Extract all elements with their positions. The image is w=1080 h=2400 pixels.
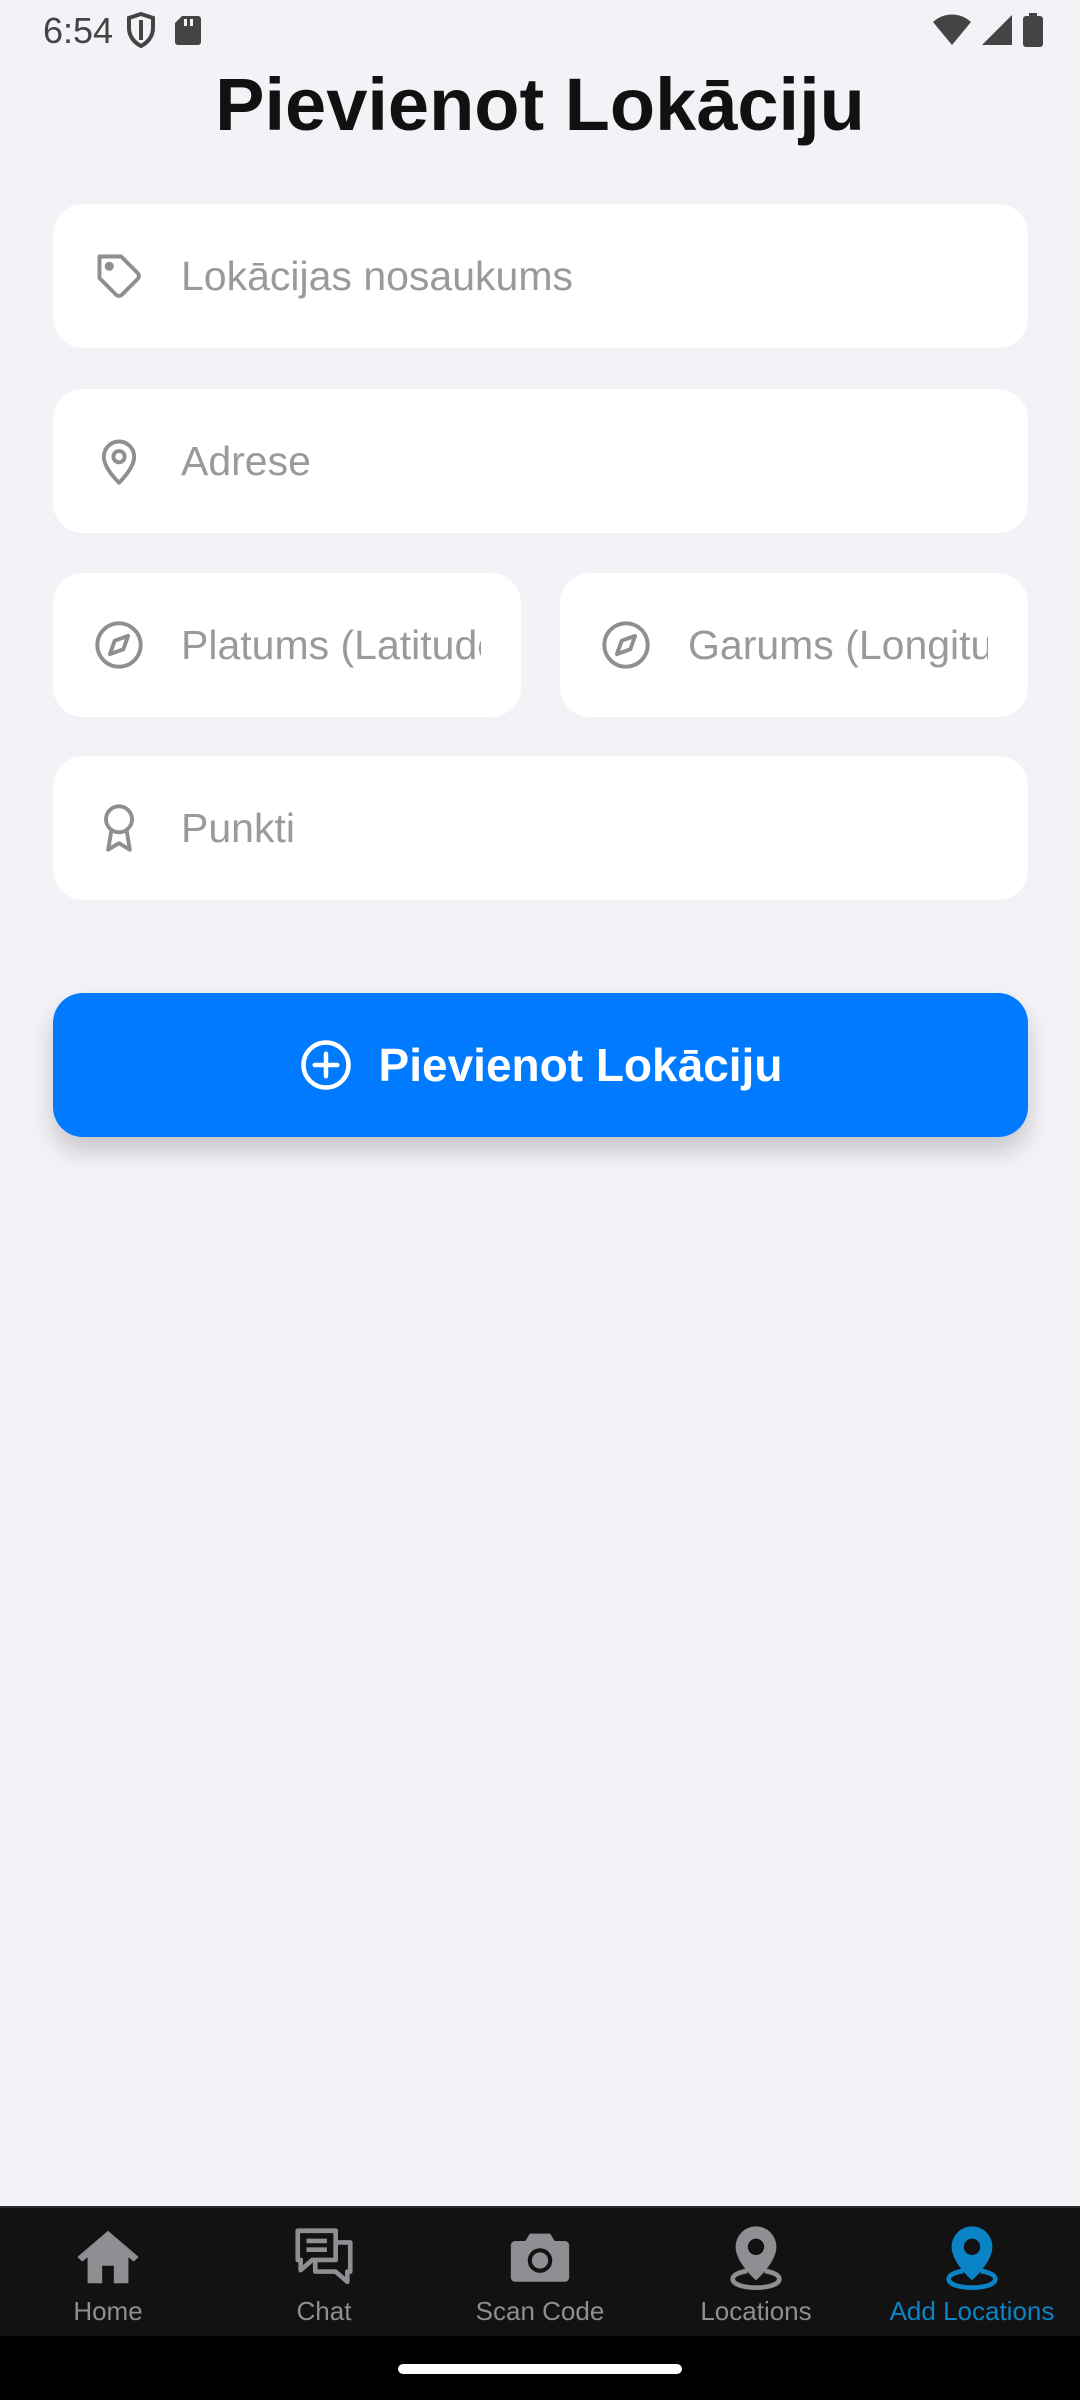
tab-chat[interactable]: Chat bbox=[216, 2208, 432, 2336]
address-input[interactable] bbox=[181, 389, 988, 533]
location-pin-icon bbox=[101, 439, 137, 485]
shield-icon bbox=[127, 12, 155, 48]
latitude-field[interactable] bbox=[53, 573, 521, 717]
compass-icon bbox=[95, 621, 143, 669]
plus-circle-icon bbox=[300, 1040, 351, 1090]
camera-icon bbox=[510, 2233, 570, 2282]
address-field[interactable] bbox=[53, 389, 1028, 533]
tab-chat-label: Chat bbox=[296, 2296, 352, 2326]
page-title: Pievienot Lokāciju bbox=[215, 63, 865, 146]
location-name-input[interactable] bbox=[181, 204, 988, 348]
tab-add-locations[interactable]: Add Locations bbox=[864, 2208, 1080, 2336]
tab-scan-code[interactable]: Scan Code bbox=[432, 2208, 648, 2336]
wifi-icon bbox=[933, 14, 971, 45]
chat-icon bbox=[295, 2228, 353, 2285]
award-icon bbox=[104, 804, 134, 852]
tab-home-label: Home bbox=[73, 2296, 143, 2326]
add-location-button[interactable]: Pievienot Lokāciju bbox=[53, 993, 1028, 1137]
tab-scan-code-label: Scan Code bbox=[475, 2296, 605, 2326]
status-bar: 6:54 bbox=[0, 0, 1080, 64]
add-location-button-label: Pievienot Lokāciju bbox=[378, 1039, 783, 1091]
system-navigation-bar bbox=[0, 2336, 1080, 2400]
longitude-field[interactable] bbox=[560, 573, 1028, 717]
sd-card-icon bbox=[175, 16, 201, 45]
points-input[interactable] bbox=[181, 756, 988, 900]
longitude-input[interactable] bbox=[688, 573, 988, 717]
location-name-field[interactable] bbox=[53, 204, 1028, 348]
status-time: 6:54 bbox=[43, 10, 114, 51]
tab-add-locations-label: Add Locations bbox=[889, 2296, 1055, 2326]
signal-icon bbox=[982, 15, 1012, 45]
home-icon bbox=[77, 2230, 139, 2284]
latitude-input[interactable] bbox=[181, 573, 481, 717]
points-field[interactable] bbox=[53, 756, 1028, 900]
home-gesture-handle[interactable] bbox=[398, 2364, 682, 2374]
battery-icon bbox=[1023, 13, 1043, 47]
map-pin-icon bbox=[730, 2226, 782, 2290]
tag-icon bbox=[97, 254, 141, 298]
compass-icon bbox=[602, 621, 650, 669]
tab-locations[interactable]: Locations bbox=[648, 2208, 864, 2336]
status-left-icons bbox=[126, 12, 202, 48]
tab-locations-label: Locations bbox=[700, 2296, 812, 2326]
tab-home[interactable]: Home bbox=[0, 2208, 216, 2336]
status-right-icons bbox=[932, 12, 1044, 48]
map-pin-icon bbox=[946, 2226, 998, 2290]
bottom-tab-bar: Home Chat Scan Code Locations Add Locati… bbox=[0, 2206, 1080, 2336]
